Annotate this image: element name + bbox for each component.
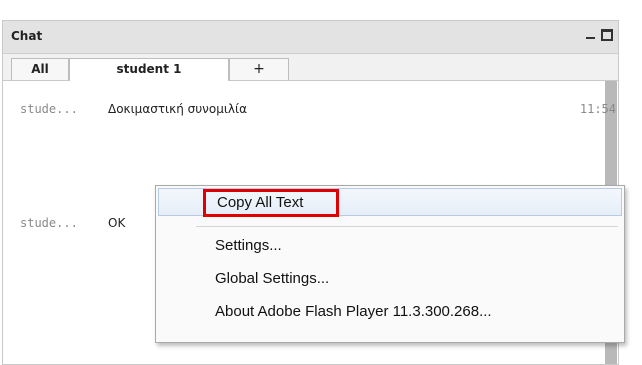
menu-item-global-settings[interactable]: Global Settings... [157, 266, 623, 292]
message-text: OK [108, 216, 126, 230]
add-tab-button[interactable]: + [229, 58, 289, 80]
message-time: 11:54 [579, 102, 616, 116]
context-menu: Copy All Text Settings... Global Setting… [155, 185, 625, 343]
message-sender: stude... [20, 216, 78, 230]
tab-student-1[interactable]: student 1 [69, 58, 229, 81]
message-row: stude... Δοκιμαστική συνομιλία 11:54 [8, 102, 622, 120]
maximize-icon[interactable] [601, 27, 613, 41]
menu-item-settings[interactable]: Settings... [157, 233, 623, 259]
tab-all[interactable]: All [11, 58, 69, 80]
chat-tabbar: All student 1 + [3, 54, 618, 81]
menu-item-label: About Adobe Flash Player 11.3.300.268... [215, 303, 492, 320]
message-text: Δοκιμαστική συνομιλία [108, 102, 247, 116]
menu-item-copy-all-text[interactable]: Copy All Text [158, 188, 622, 217]
menu-item-about-flash-player[interactable]: About Adobe Flash Player 11.3.300.268... [157, 299, 623, 325]
menu-separator [196, 226, 618, 227]
menu-item-label: Settings... [215, 237, 282, 254]
chat-title: Chat [11, 29, 43, 43]
menu-item-label: Copy All Text [217, 194, 304, 211]
message-sender: stude... [20, 102, 78, 116]
chat-titlebar: Chat [3, 21, 618, 54]
menu-item-label: Global Settings... [215, 270, 330, 287]
minimize-icon[interactable] [585, 27, 597, 41]
